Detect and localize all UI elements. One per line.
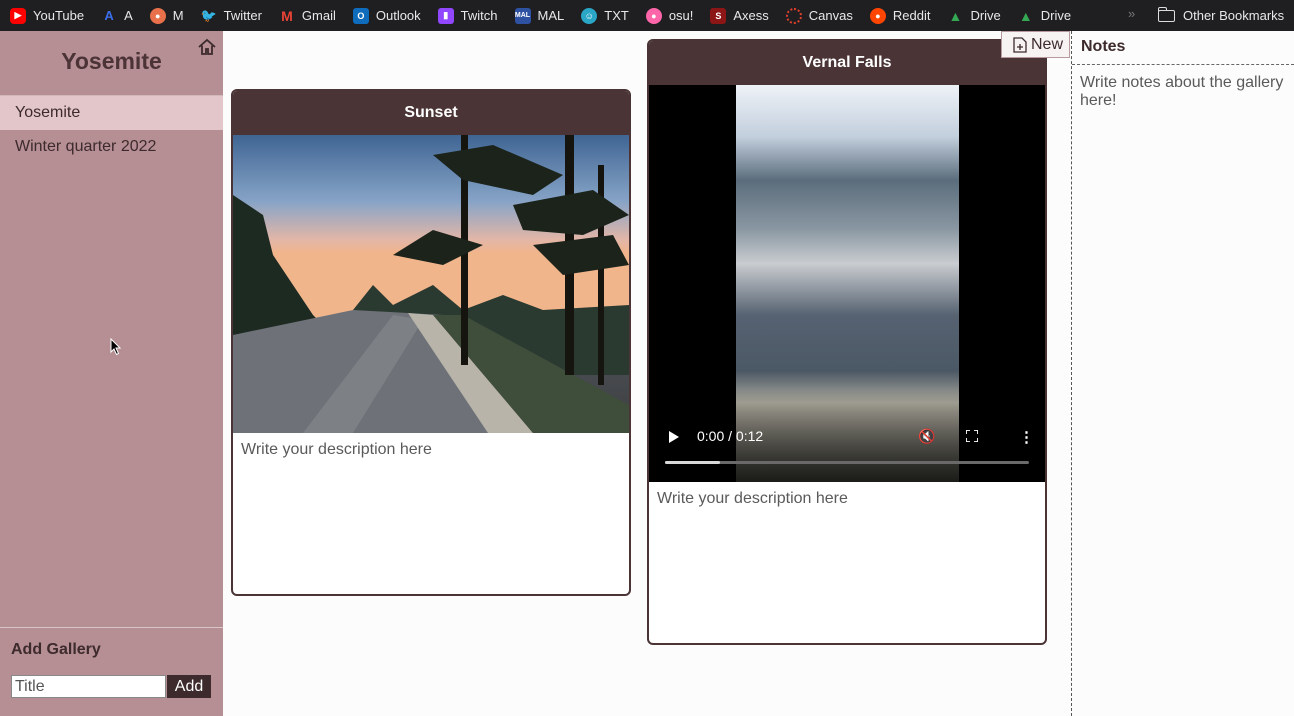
outlook-icon: O — [352, 7, 369, 24]
mouse-cursor-icon — [110, 338, 122, 356]
canvas-icon — [785, 7, 802, 24]
bookmark-gmail[interactable]: M Gmail — [279, 8, 336, 24]
video-progress-bar[interactable] — [665, 461, 1029, 464]
bookmark-a[interactable]: AA — [101, 8, 132, 24]
bookmark-axess[interactable]: S Axess — [710, 7, 769, 24]
more-bookmarks-chevron-icon[interactable]: » — [1128, 6, 1135, 21]
youtube-icon: ▶ — [10, 7, 26, 24]
gallery-list: Yosemite Winter quarter 2022 — [0, 95, 223, 164]
notes-panel: Notes Write notes about the gallery here… — [1071, 31, 1294, 716]
volume-icon[interactable]: 🔇 — [918, 428, 935, 445]
video-player[interactable]: 0:00 / 0:12 🔇 ⋮ — [649, 85, 1045, 482]
bookmark-m[interactable]: ● M — [149, 7, 184, 24]
card-sunset: Sunset Write your description here — [231, 89, 631, 596]
video-controls: 0:00 / 0:12 🔇 ⋮ — [649, 390, 1045, 482]
mal-icon: MAL — [514, 7, 531, 24]
twitter-icon: 🐦 — [200, 7, 217, 23]
m-icon: ● — [149, 7, 166, 24]
gallery-title: Yosemite — [61, 48, 162, 74]
bookmark-mal[interactable]: MAL MAL — [514, 7, 564, 24]
bookmark-outlook[interactable]: O Outlook — [352, 7, 421, 24]
gallery-item-winter-quarter-2022[interactable]: Winter quarter 2022 — [0, 130, 223, 164]
a-icon: A — [104, 8, 114, 23]
notes-heading: Notes — [1072, 31, 1294, 65]
bookmark-osu[interactable]: ● osu! — [645, 7, 693, 24]
add-gallery-section: Add Gallery Add — [0, 627, 223, 716]
new-card-button[interactable]: New — [1001, 31, 1070, 58]
add-gallery-heading: Add Gallery — [11, 641, 101, 658]
play-icon[interactable] — [669, 431, 679, 443]
gmail-icon: M — [281, 7, 293, 24]
card-title: Vernal Falls — [649, 41, 1045, 85]
add-gallery-button[interactable]: Add — [167, 675, 211, 698]
card-description[interactable]: Write your description here — [649, 482, 1045, 516]
notes-textarea[interactable]: Write notes about the gallery here! — [1072, 65, 1294, 119]
other-bookmarks[interactable]: Other Bookmarks — [1157, 0, 1284, 31]
more-options-icon[interactable]: ⋮ — [1019, 428, 1034, 446]
bookmark-twitter[interactable]: 🐦 Twitter — [201, 8, 262, 24]
osu-icon: ● — [645, 7, 662, 24]
drive-icon: ▲ — [948, 7, 963, 24]
bookmark-txt[interactable]: ☺ TXT — [581, 7, 629, 24]
card-description[interactable]: Write your description here — [233, 433, 629, 467]
bookmark-youtube[interactable]: ▶ YouTube — [10, 7, 84, 24]
txt-icon: ☺ — [581, 7, 598, 24]
bookmark-reddit[interactable]: ● Reddit — [869, 7, 930, 24]
card-vernal-falls: Vernal Falls 0:00 / 0:12 🔇 ⋮ Write your … — [647, 39, 1047, 645]
home-icon[interactable] — [197, 37, 217, 57]
gallery-item-yosemite[interactable]: Yosemite — [0, 96, 223, 130]
folder-icon — [1157, 6, 1175, 22]
drive-icon: ▲ — [1018, 7, 1033, 24]
reddit-icon: ● — [869, 7, 886, 24]
sunset-photo — [233, 135, 629, 433]
axess-icon: S — [710, 7, 727, 24]
sidebar: Yosemite Yosemite Winter quarter 2022 Ad… — [0, 31, 223, 716]
twitch-icon: ▮ — [437, 7, 454, 24]
bookmark-canvas[interactable]: Canvas — [785, 7, 853, 24]
bookmark-drive-2[interactable]: ▲ Drive — [1018, 8, 1071, 24]
card-title: Sunset — [233, 91, 629, 135]
bookmark-drive-1[interactable]: ▲ Drive — [947, 7, 1001, 24]
video-progress-fill — [665, 461, 720, 464]
new-button-label: New — [1031, 35, 1064, 53]
gallery-title-input[interactable] — [11, 675, 166, 698]
new-file-icon — [1013, 36, 1027, 53]
fullscreen-icon[interactable] — [966, 430, 978, 442]
sunset-photo-art — [233, 135, 629, 433]
bookmarks-bar: ▶ YouTube AA ● M 🐦 Twitter M Gmail O Outlook … — [0, 0, 1294, 31]
video-time: 0:00 / 0:12 — [697, 428, 764, 444]
bookmark-twitch[interactable]: ▮ Twitch — [437, 7, 498, 24]
